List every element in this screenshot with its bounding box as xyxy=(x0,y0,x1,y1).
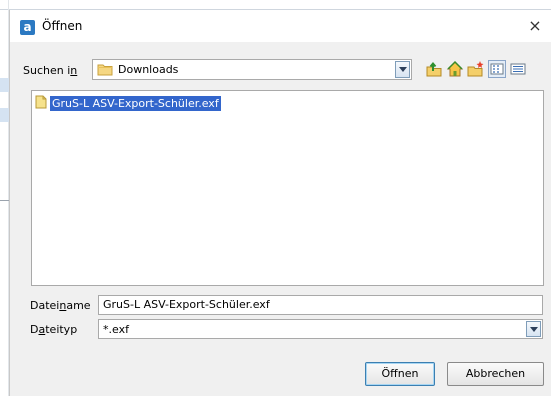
details-view-icon[interactable] xyxy=(509,60,527,78)
file-list[interactable]: GruS-L ASV-Export-Schüler.exf xyxy=(31,90,544,286)
app-logo-icon: a xyxy=(20,20,35,35)
close-button[interactable]: × xyxy=(524,15,546,37)
cancel-button[interactable]: Abbrechen xyxy=(447,362,544,386)
open-button[interactable]: Öffnen xyxy=(365,362,435,386)
home-icon[interactable] xyxy=(446,60,464,78)
file-name-label: Dateiname xyxy=(30,299,91,312)
file-type-value: *.exf xyxy=(103,323,129,336)
dropdown-arrow-icon[interactable] xyxy=(395,61,410,78)
file-type-label: Dateityp xyxy=(30,323,78,336)
file-type-select[interactable]: *.exf xyxy=(98,319,543,339)
list-item[interactable]: GruS-L ASV-Export-Schüler.exf xyxy=(35,95,221,111)
background-highlight xyxy=(0,108,9,122)
dialog-title: Öffnen xyxy=(42,19,83,33)
file-name-input[interactable]: GruS-L ASV-Export-Schüler.exf xyxy=(98,295,543,315)
look-in-value: Downloads xyxy=(118,63,179,76)
background-highlight xyxy=(0,78,9,92)
file-name-label: GruS-L ASV-Export-Schüler.exf xyxy=(50,95,221,111)
folder-icon xyxy=(97,63,113,79)
background-tick xyxy=(0,200,9,201)
open-file-dialog: a Öffnen × Suchen in Downloads GruS-L AS… xyxy=(9,10,551,396)
look-in-label: Suchen in xyxy=(23,64,78,77)
list-view-icon[interactable] xyxy=(488,60,506,78)
new-folder-icon[interactable] xyxy=(467,60,485,78)
up-one-level-icon[interactable] xyxy=(425,60,443,78)
file-icon xyxy=(35,95,47,112)
title-bar: a Öffnen × xyxy=(10,10,551,42)
look-in-combobox[interactable]: Downloads xyxy=(92,59,412,80)
dropdown-arrow-icon[interactable] xyxy=(526,321,541,337)
